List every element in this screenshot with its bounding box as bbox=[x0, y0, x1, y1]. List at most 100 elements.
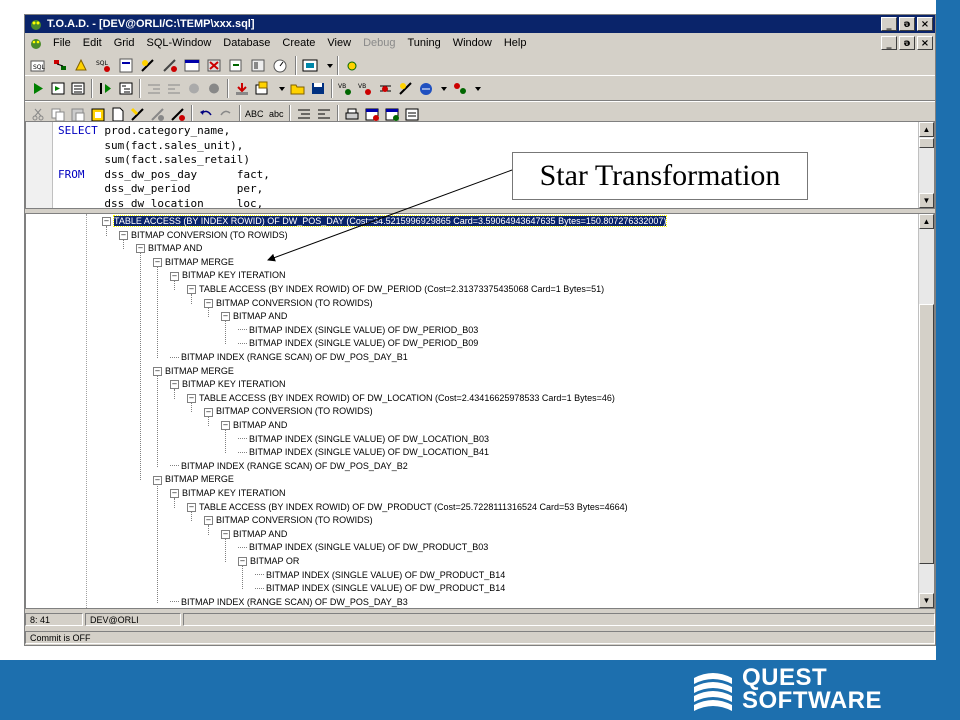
collapse-toggle-icon[interactable]: − bbox=[119, 230, 128, 240]
server-stats-icon[interactable] bbox=[271, 57, 289, 74]
collapse-toggle-icon[interactable]: − bbox=[153, 366, 162, 376]
open-file-icon[interactable] bbox=[289, 80, 307, 97]
plan-node[interactable]: − TABLE ACCESS (BY INDEX ROWID) OF DW_LOC… bbox=[187, 393, 615, 404]
schema-browser-icon[interactable] bbox=[51, 57, 69, 74]
stop-icon[interactable] bbox=[205, 80, 223, 97]
dropdown-arrow-icon[interactable] bbox=[469, 80, 487, 97]
save-icon[interactable] bbox=[309, 80, 327, 97]
collapse-toggle-icon[interactable]: − bbox=[170, 271, 179, 281]
window-list-icon[interactable] bbox=[183, 57, 201, 74]
plan-node[interactable]: − BITMAP KEY ITERATION bbox=[170, 488, 286, 499]
export-icon[interactable] bbox=[227, 57, 245, 74]
explain-tool-icon[interactable] bbox=[397, 80, 415, 97]
collapse-toggle-icon[interactable]: − bbox=[136, 244, 145, 254]
menu-file[interactable]: File bbox=[47, 36, 77, 50]
collapse-toggle-icon[interactable]: − bbox=[187, 502, 196, 512]
plan-scrollbar[interactable]: ▲ ▼ bbox=[918, 214, 934, 608]
plan-node[interactable]: − BITMAP CONVERSION (TO ROWIDS) bbox=[119, 230, 288, 241]
kill-session-icon[interactable] bbox=[205, 57, 223, 74]
procedure-editor-icon[interactable] bbox=[73, 57, 91, 74]
menu-window[interactable]: Window bbox=[447, 36, 498, 50]
session-browser-icon[interactable] bbox=[301, 57, 319, 74]
collapse-toggle-icon[interactable]: − bbox=[170, 489, 179, 499]
report-icon[interactable] bbox=[117, 57, 135, 74]
menu-view[interactable]: View bbox=[321, 36, 357, 50]
mdi-restore-button[interactable]: ə bbox=[899, 36, 915, 50]
collapse-toggle-icon[interactable]: − bbox=[221, 529, 230, 539]
plan-node[interactable]: BITMAP INDEX (RANGE SCAN) OF DW_POS_DAY_… bbox=[170, 597, 408, 608]
plan-node[interactable]: − BITMAP AND bbox=[221, 529, 287, 540]
plan-node[interactable]: BITMAP INDEX (SINGLE VALUE) OF DW_LOCATI… bbox=[238, 434, 489, 445]
options-icon[interactable] bbox=[451, 80, 469, 97]
execute-script-icon[interactable] bbox=[49, 80, 67, 97]
outdent-icon[interactable] bbox=[165, 80, 183, 97]
plan-node[interactable]: BITMAP INDEX (SINGLE VALUE) OF DW_PERIOD… bbox=[238, 325, 478, 336]
collapse-toggle-icon[interactable]: − bbox=[187, 285, 196, 295]
plan-node[interactable]: − BITMAP AND bbox=[136, 243, 202, 254]
scroll-thumb[interactable] bbox=[919, 304, 934, 564]
plan-node[interactable]: BITMAP INDEX (SINGLE VALUE) OF DW_LOCATI… bbox=[238, 447, 489, 458]
sql-window-icon[interactable] bbox=[29, 36, 43, 50]
execute-icon[interactable] bbox=[29, 80, 47, 97]
plan-node[interactable]: − BITMAP CONVERSION (TO ROWIDS) bbox=[204, 406, 373, 417]
mdi-minimize-button[interactable]: _ bbox=[881, 36, 897, 50]
mdi-close-button[interactable]: × bbox=[917, 36, 933, 50]
menu-tuning[interactable]: Tuning bbox=[401, 36, 446, 50]
plan-node[interactable]: − BITMAP MERGE bbox=[153, 257, 234, 268]
collapse-toggle-icon[interactable]: − bbox=[102, 217, 111, 227]
collapse-toggle-icon[interactable]: − bbox=[238, 557, 247, 567]
close-button[interactable]: × bbox=[917, 17, 933, 31]
sql-modeler-icon[interactable]: SQL bbox=[95, 57, 113, 74]
plan-node[interactable]: − BITMAP AND bbox=[221, 311, 287, 322]
lowercase-button[interactable]: abc bbox=[269, 109, 284, 119]
menu-database[interactable]: Database bbox=[217, 36, 276, 50]
menu-debug[interactable]: Debug bbox=[357, 36, 401, 50]
menu-sql-window[interactable]: SQL-Window bbox=[140, 36, 217, 50]
load-file-icon[interactable] bbox=[233, 80, 251, 97]
plan-node[interactable]: − BITMAP CONVERSION (TO ROWIDS) bbox=[204, 515, 373, 526]
collapse-toggle-icon[interactable]: − bbox=[187, 393, 196, 403]
new-tab-icon[interactable] bbox=[253, 80, 271, 97]
plan-node[interactable]: BITMAP INDEX (SINGLE VALUE) OF DW_PRODUC… bbox=[238, 542, 488, 553]
title-bar[interactable]: T.O.A.D. - [DEV@ORLI/C:\TEMP\xxx.sql] _ … bbox=[25, 15, 935, 33]
plan-node[interactable]: − TABLE ACCESS (BY INDEX ROWID) OF DW_PER… bbox=[187, 284, 604, 295]
plan-node[interactable]: BITMAP INDEX (SINGLE VALUE) OF DW_PRODUC… bbox=[255, 583, 505, 594]
sql-editor-icon[interactable]: SQL bbox=[29, 57, 47, 74]
plan-node[interactable]: − BITMAP CONVERSION (TO ROWIDS) bbox=[204, 298, 373, 309]
collapse-toggle-icon[interactable]: − bbox=[153, 257, 162, 267]
collapse-toggle-icon[interactable]: − bbox=[221, 312, 230, 322]
scroll-up-arrow-icon[interactable]: ▲ bbox=[919, 122, 934, 137]
plan-node[interactable]: − BITMAP OR bbox=[238, 556, 299, 567]
tools-icon[interactable] bbox=[161, 57, 179, 74]
plan-node[interactable]: BITMAP INDEX (SINGLE VALUE) OF DW_PERIOD… bbox=[238, 338, 478, 349]
plan-node[interactable]: BITMAP INDEX (SINGLE VALUE) OF DW_PRODUC… bbox=[255, 570, 505, 581]
collapse-toggle-icon[interactable]: − bbox=[204, 516, 213, 526]
execute-as-script-icon[interactable] bbox=[69, 80, 87, 97]
compare-icon[interactable] bbox=[249, 57, 267, 74]
vb-script-icon[interactable]: VB bbox=[337, 80, 355, 97]
plan-node[interactable]: − BITMAP KEY ITERATION bbox=[170, 270, 286, 281]
collapse-toggle-icon[interactable]: − bbox=[204, 298, 213, 308]
minimize-button[interactable]: _ bbox=[881, 17, 897, 31]
plan-node[interactable]: − BITMAP AND bbox=[221, 420, 287, 431]
plan-node[interactable]: BITMAP INDEX (RANGE SCAN) OF DW_POS_DAY_… bbox=[170, 352, 408, 363]
menu-create[interactable]: Create bbox=[276, 36, 321, 50]
collapse-toggle-icon[interactable]: − bbox=[170, 380, 179, 390]
restore-button[interactable]: ə bbox=[899, 17, 915, 31]
scroll-down-arrow-icon[interactable]: ▼ bbox=[919, 593, 934, 608]
explain-icon[interactable] bbox=[139, 57, 157, 74]
connect-icon[interactable] bbox=[343, 57, 361, 74]
scroll-down-arrow-icon[interactable]: ▼ bbox=[919, 193, 934, 208]
indent-icon[interactable] bbox=[145, 80, 163, 97]
flow-icon[interactable] bbox=[377, 80, 395, 97]
scroll-up-arrow-icon[interactable]: ▲ bbox=[919, 214, 934, 229]
plan-node[interactable]: − BITMAP MERGE bbox=[153, 474, 234, 485]
menu-help[interactable]: Help bbox=[498, 36, 533, 50]
editor-scrollbar[interactable]: ▲ ▼ bbox=[918, 122, 934, 208]
scroll-thumb[interactable] bbox=[919, 138, 934, 148]
plan-node[interactable]: − TABLE ACCESS (BY INDEX ROWID) OF DW_POS… bbox=[102, 215, 668, 227]
breakpoint-icon[interactable] bbox=[185, 80, 203, 97]
collapse-toggle-icon[interactable]: − bbox=[204, 407, 213, 417]
database-icon[interactable] bbox=[417, 80, 435, 97]
plan-node[interactable]: BITMAP INDEX (RANGE SCAN) OF DW_POS_DAY_… bbox=[170, 461, 408, 472]
